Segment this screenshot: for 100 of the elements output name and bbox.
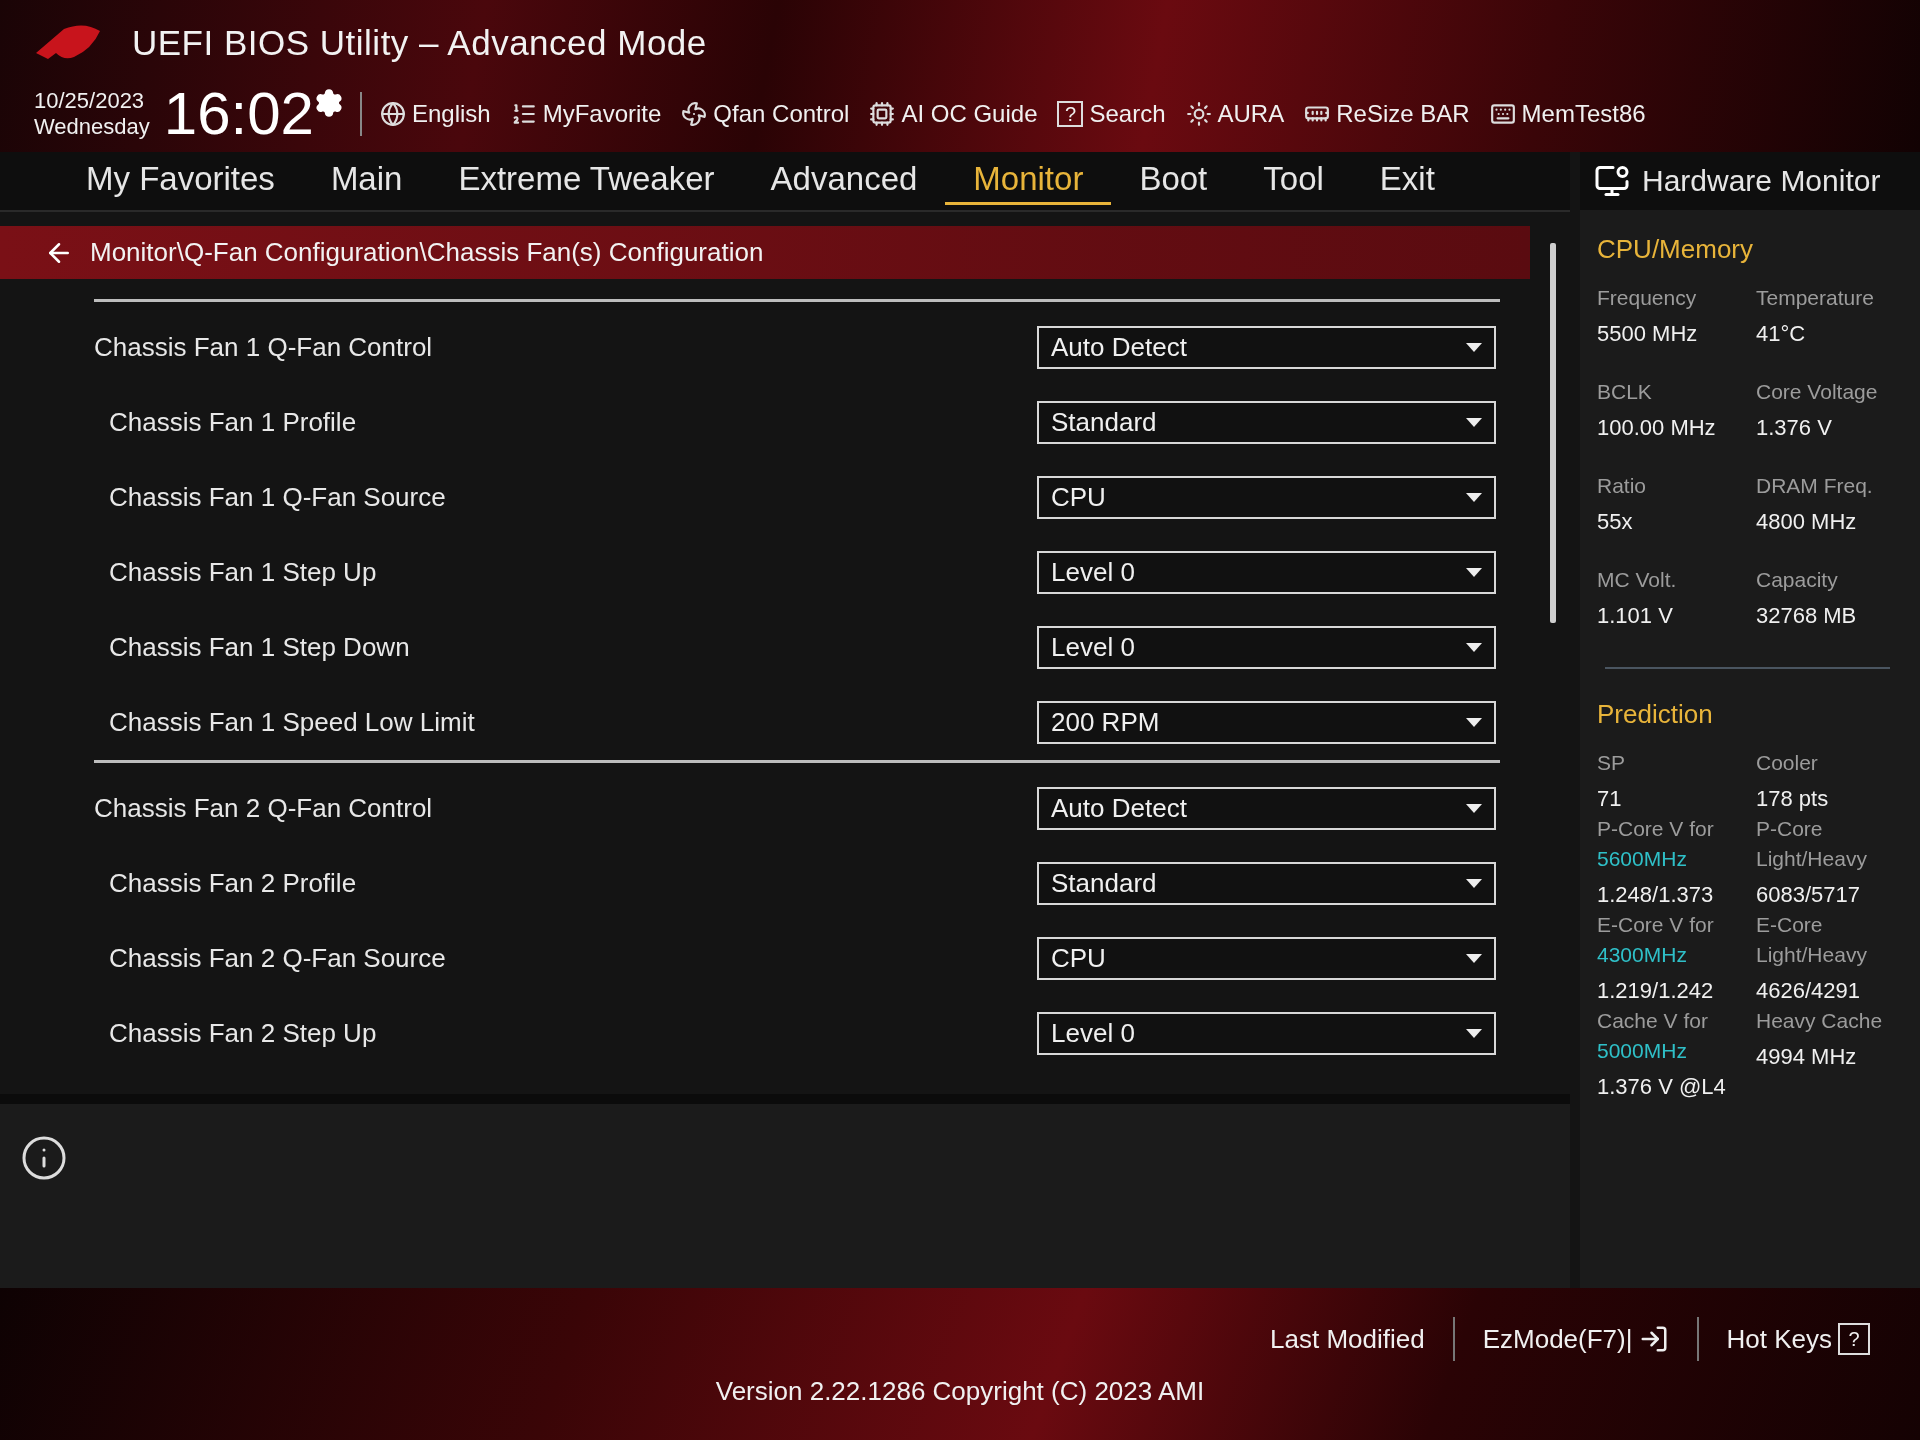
stat-label: Ratio — [1597, 473, 1648, 499]
stat-value: 1.101 V — [1597, 602, 1674, 630]
settings-icon[interactable] — [313, 88, 344, 118]
toolbar-button[interactable]: AI OC Guide — [869, 100, 1038, 128]
menu-tab[interactable]: Monitor — [945, 157, 1112, 205]
stat-value: 5500 MHz — [1597, 320, 1699, 348]
menu-tab[interactable]: Extreme Tweaker — [430, 157, 743, 205]
stat-label: Temperature — [1756, 285, 1875, 311]
chip-icon — [869, 101, 896, 127]
globe-icon — [379, 101, 406, 127]
scrollbar[interactable] — [1550, 243, 1556, 623]
stat-label: Frequency — [1597, 285, 1698, 311]
toolbar-button[interactable]: Qfan Control — [681, 100, 850, 128]
stat-label: E-Core V for — [1597, 912, 1715, 938]
sun-icon — [1185, 101, 1212, 127]
setting-label: Chassis Fan 1 Profile — [109, 407, 357, 438]
stat-frequency: 4300MHz — [1597, 942, 1688, 968]
dropdown-caret-icon — [1466, 954, 1482, 963]
dropdown-field[interactable]: CPU — [1037, 476, 1496, 519]
dropdown-caret-icon — [1466, 804, 1482, 813]
menu-tab[interactable]: Exit — [1351, 157, 1463, 205]
stat-label: Heavy Cache — [1756, 1008, 1884, 1034]
dropdown-field[interactable]: Auto Detect — [1037, 787, 1496, 830]
info-icon — [20, 1134, 68, 1182]
dropdown-field[interactable]: Auto Detect — [1037, 326, 1496, 369]
stat-value: 6083/5717 — [1756, 881, 1861, 909]
menu-tab[interactable]: My Favorites — [58, 157, 303, 205]
dropdown-caret-icon — [1466, 418, 1482, 427]
stat-value: 55x — [1597, 508, 1634, 536]
stat-label: Light/Heavy — [1756, 846, 1868, 872]
fan-icon — [681, 101, 708, 127]
setting-label: Chassis Fan 2 Profile — [109, 868, 357, 899]
version-text: Version 2.22.1286 Copyright (C) 2023 AMI — [715, 1376, 1205, 1407]
setting-label: Chassis Fan 1 Step Down — [109, 632, 410, 663]
dropdown-caret-icon — [1466, 493, 1482, 502]
setting-label: Chassis Fan 1 Speed Low Limit — [109, 707, 475, 738]
stat-label: SP — [1597, 750, 1626, 776]
stat-value: 4800 MHz — [1756, 508, 1858, 536]
stat-frequency: 5000MHz — [1597, 1038, 1688, 1064]
stat-label: Cache V for — [1597, 1008, 1709, 1034]
last-modified-button[interactable]: Last Modified — [1242, 1323, 1453, 1355]
dropdown-field[interactable]: Standard — [1037, 862, 1496, 905]
setting-label: Chassis Fan 1 Q-Fan Source — [109, 482, 446, 513]
dropdown-caret-icon — [1466, 343, 1482, 352]
panel-title: Hardware Monitor — [1642, 164, 1881, 198]
stat-label: DRAM Freq. — [1756, 473, 1874, 499]
menu-tab[interactable]: Tool — [1235, 157, 1352, 205]
dropdown-field[interactable]: CPU — [1037, 937, 1496, 980]
setting-label: Chassis Fan 1 Q-Fan Control — [94, 332, 433, 363]
menu-tab[interactable]: Boot — [1111, 157, 1236, 205]
window-title: UEFI BIOS Utility – Advanced Mode — [132, 23, 707, 63]
toolbar-button[interactable]: AURA — [1185, 100, 1285, 128]
menu-tab[interactable]: Advanced — [742, 157, 946, 205]
menu-tab[interactable]: Main — [302, 157, 431, 205]
stat-value: 100.00 MHz — [1597, 414, 1717, 442]
dropdown-field[interactable]: Level 0 — [1037, 551, 1496, 594]
stat-label: Cooler — [1756, 750, 1819, 776]
stat-label: Core Voltage — [1756, 379, 1879, 405]
setting-label: Chassis Fan 2 Step Up — [109, 1018, 377, 1049]
stat-label: E-Core — [1756, 912, 1824, 938]
dropdown-field[interactable]: Standard — [1037, 401, 1496, 444]
dropdown-caret-icon — [1466, 1029, 1482, 1038]
day-text: Wednesday — [34, 114, 150, 140]
dropdown-caret-icon — [1466, 879, 1482, 888]
stat-value: 32768 MB — [1756, 602, 1858, 630]
breadcrumb-path: Monitor\Q-Fan Configuration\Chassis Fan(s) Configuration — [90, 237, 764, 268]
clock-time: 16:02 — [163, 84, 314, 144]
toolbar-button[interactable]: English — [379, 100, 491, 128]
dropdown-field[interactable]: 200 RPM — [1037, 701, 1496, 744]
stat-frequency: 5600MHz — [1597, 846, 1688, 872]
toolbar-button[interactable]: MyFavorite — [510, 100, 662, 128]
monitor-icon — [1594, 163, 1630, 199]
stat-value: 4626/4291 — [1756, 977, 1861, 1005]
stat-value: 1.248/1.373 — [1597, 881, 1715, 909]
toolbar-button[interactable]: MemTest86 — [1489, 100, 1646, 128]
stat-label: P-Core V for — [1597, 816, 1715, 842]
stat-value: 1.376 V — [1756, 414, 1833, 442]
setting-label: Chassis Fan 2 Q-Fan Source — [109, 943, 446, 974]
hot-keys-button[interactable]: Hot Keys ? — [1698, 1323, 1898, 1355]
dropdown-field[interactable]: Level 0 — [1037, 1012, 1496, 1055]
toolbar-button[interactable]: ReSize BAR — [1304, 100, 1470, 128]
dropdown-field[interactable]: Level 0 — [1037, 626, 1496, 669]
stat-value: 1.376 V @L4 — [1597, 1073, 1727, 1101]
stat-label: Capacity — [1756, 567, 1839, 593]
search-icon: ? — [1057, 101, 1084, 127]
stat-value: 71 — [1597, 785, 1623, 813]
stat-value: 41°C — [1756, 320, 1807, 348]
dropdown-caret-icon — [1466, 568, 1482, 577]
setting-label: Chassis Fan 1 Step Up — [109, 557, 377, 588]
date-text: 10/25/2023 — [34, 88, 146, 114]
stat-value: 1.219/1.242 — [1597, 977, 1715, 1005]
stat-value: 178 pts — [1756, 785, 1830, 813]
stat-label: BCLK — [1597, 379, 1653, 405]
dropdown-caret-icon — [1466, 718, 1482, 727]
ezmode-button[interactable]: EzMode(F7)| — [1454, 1323, 1697, 1355]
dropdown-caret-icon — [1466, 643, 1482, 652]
stat-label: Light/Heavy — [1756, 942, 1868, 968]
toolbar-button[interactable]: ? Search — [1057, 100, 1166, 128]
stat-label: MC Volt. — [1597, 567, 1678, 593]
section-title: Prediction — [1597, 699, 1714, 730]
